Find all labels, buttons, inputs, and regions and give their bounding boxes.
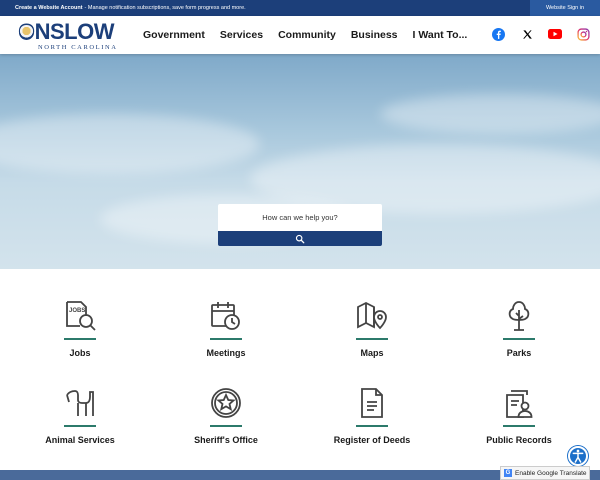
tile-animal-services-label: Animal Services xyxy=(45,435,115,445)
account-description: - Manage notification subscriptions, sav… xyxy=(84,5,246,11)
jobs-icon: JOBS xyxy=(66,301,96,331)
logo-seal-icon xyxy=(19,25,34,40)
sheriff-badge-icon xyxy=(211,388,241,418)
nav-community[interactable]: Community xyxy=(278,29,336,41)
facebook-icon[interactable] xyxy=(491,27,505,41)
search-button[interactable] xyxy=(218,231,382,246)
hero-banner: How can we help you? xyxy=(0,54,600,269)
tile-parks[interactable]: Parks xyxy=(444,300,594,358)
nav-business[interactable]: Business xyxy=(351,29,398,41)
calendar-clock-icon xyxy=(211,302,240,330)
tile-animal-services[interactable]: Animal Services xyxy=(5,387,155,445)
tile-meetings[interactable]: Meetings xyxy=(151,300,301,358)
nav-services[interactable]: Services xyxy=(220,29,263,41)
website-sign-in-button[interactable]: Website Sign in xyxy=(530,0,600,16)
tile-meetings-label: Meetings xyxy=(206,348,246,358)
main-nav: Government Services Community Business I… xyxy=(143,16,482,54)
tile-public-records[interactable]: Public Records xyxy=(444,387,594,445)
document-icon xyxy=(361,388,383,418)
tile-sheriffs-office[interactable]: Sheriff's Office xyxy=(151,387,301,445)
accessibility-icon[interactable] xyxy=(568,446,588,466)
top-announcement-bar: Create a Website Account - Manage notifi… xyxy=(0,0,600,16)
tile-parks-label: Parks xyxy=(506,348,532,358)
nav-government[interactable]: Government xyxy=(143,29,205,41)
google-translate-icon: G xyxy=(504,469,512,477)
svg-text:JOBS: JOBS xyxy=(69,308,85,314)
nav-i-want-to[interactable]: I Want To... xyxy=(413,29,468,41)
records-person-icon xyxy=(506,390,533,418)
instagram-icon[interactable] xyxy=(576,27,590,41)
search-icon xyxy=(295,234,305,243)
tile-sheriffs-office-label: Sheriff's Office xyxy=(194,435,258,445)
google-translate-button[interactable]: G Enable Google Translate xyxy=(500,466,590,480)
tree-icon xyxy=(508,301,530,331)
tile-register-of-deeds-label: Register of Deeds xyxy=(333,435,411,445)
tile-maps-label: Maps xyxy=(360,348,384,358)
site-header: ONSLOW NORTH CAROLINA Government Service… xyxy=(0,16,600,54)
search-input[interactable]: How can we help you? xyxy=(218,204,382,231)
tile-jobs[interactable]: JOBS Jobs xyxy=(5,300,155,358)
tile-maps[interactable]: Maps xyxy=(297,300,447,358)
youtube-icon[interactable] xyxy=(548,27,562,41)
tile-register-of-deeds[interactable]: Register of Deeds xyxy=(297,387,447,445)
onslow-logo[interactable]: ONSLOW NORTH CAROLINA xyxy=(18,20,120,52)
google-translate-label: Enable Google Translate xyxy=(515,469,587,477)
create-account-link[interactable]: Create a Website Account xyxy=(15,5,83,11)
x-icon[interactable] xyxy=(520,27,534,41)
logo-subtitle: NORTH CAROLINA xyxy=(38,44,118,51)
map-pin-icon xyxy=(357,301,387,330)
dog-icon xyxy=(66,390,94,416)
tile-public-records-label: Public Records xyxy=(486,435,552,445)
tile-jobs-label: Jobs xyxy=(69,348,91,358)
